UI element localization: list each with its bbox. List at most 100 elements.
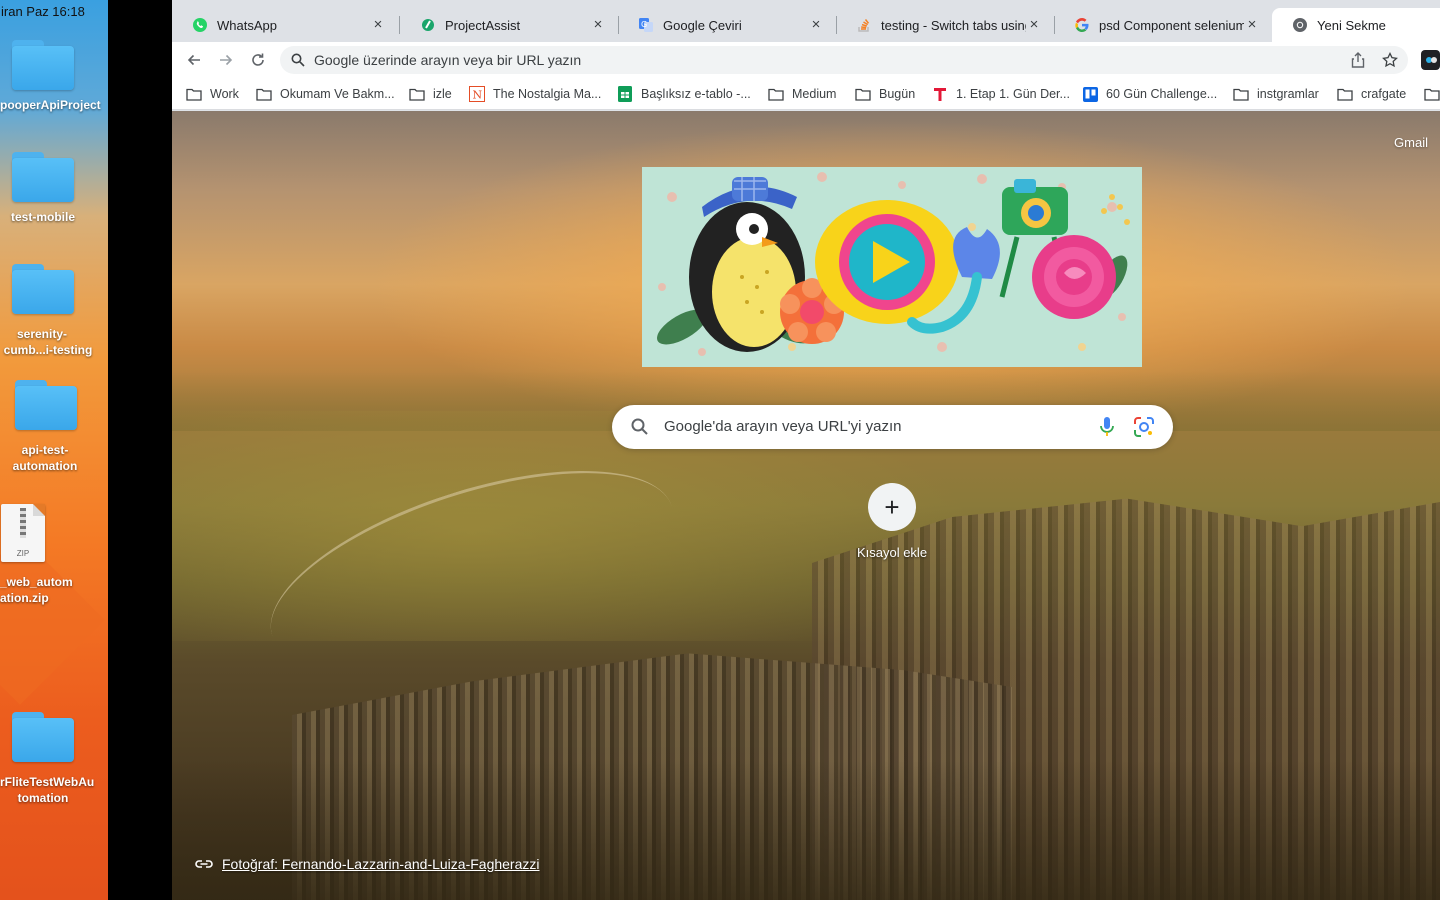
bookmark-star-icon[interactable] [1382,52,1398,68]
bookmark-etap[interactable]: 1. Etap 1. Gün Der... [932,85,1070,103]
bookmark-label: Okumam Ve Bakm... [280,87,395,101]
desktop-item-label: api-test- [21,443,69,457]
bookmark-sheets[interactable]: Başlıksız e-tablo -... [617,85,751,103]
zip-badge: ZIP [16,549,30,558]
tab-whatsapp[interactable]: WhatsApp × [172,8,398,42]
photo-credit-link[interactable]: Fotoğraf: Fernando-Lazzarin-and-Luiza-Fa… [222,856,540,872]
bookmark-label: Medium [792,87,837,101]
projectassist-icon [420,17,436,33]
desktop-item-label: tomation [17,791,69,805]
zip-file-icon: ZIP [1,504,45,562]
desktop-folder-flitetestwebautomation[interactable]: rFliteTestWebAu tomation [0,712,108,806]
bookmark-medium[interactable]: Medium [768,85,836,103]
gmail-link[interactable]: Gmail [1394,135,1428,150]
t-icon [932,87,948,101]
folder-icon [12,264,74,314]
desktop-item-label: _web_autom [0,575,73,589]
black-gap [108,0,172,900]
tab-title: ProjectAssist [445,17,521,33]
share-icon[interactable] [1350,52,1366,68]
tab-title: Google Çeviri [663,17,742,33]
tab-google-search[interactable]: psd Component selenium ir × [1054,8,1272,42]
tab-stackoverflow[interactable]: testing - Switch tabs using × [836,8,1054,42]
bookmark-label: instgramlar [1257,87,1319,101]
bookmark-label: izle [433,87,452,101]
close-icon[interactable]: × [370,17,386,33]
bookmark-nostalgia[interactable]: N The Nostalgia Ma... [469,85,601,103]
desktop-item-label: rFliteTestWebAu [0,775,95,789]
bookmark-work[interactable]: Work [186,85,239,103]
toolbar: Google üzerinde arayın veya bir URL yazı… [172,42,1440,78]
bookmark-izle[interactable]: izle [409,85,452,103]
folder-icon [186,87,202,101]
desktop-folder-pooperapiproject[interactable]: pooperApiProject [0,40,108,113]
folder-icon [1233,87,1249,101]
desktop-zip-file[interactable]: ZIP _web_autom ation.zip [0,504,108,606]
folder-icon [1337,87,1353,101]
forward-button[interactable] [215,49,237,71]
close-icon[interactable]: × [1244,17,1260,33]
tab-projectassist[interactable]: ProjectAssist × [400,8,618,42]
folder-icon [12,40,74,90]
folder-icon [409,87,425,101]
bookmark-crafgate[interactable]: crafgate [1337,85,1406,103]
browser-window: WhatsApp × ProjectAssist × G Google Çevi… [172,0,1440,900]
desktop-item-label: automation [12,459,78,473]
forward-arrow-icon [220,54,233,66]
address-placeholder: Google üzerinde arayın veya bir URL yazı… [314,52,582,68]
new-tab-page: Gmail Google'da arayın veya URL'yi yazın… [172,111,1440,900]
folder-icon [15,380,77,430]
extension-icon[interactable] [1421,50,1440,70]
bookmark-label: Work [210,87,239,101]
tab-title: WhatsApp [217,17,277,33]
shortcut-label: Kısayol ekle [856,545,928,560]
google-icon [1074,17,1090,33]
whatsapp-icon [192,17,208,33]
search-icon [630,417,650,437]
folder-icon [12,712,74,762]
desktop-item-label: ation.zip [0,591,49,605]
desktop: iran Paz 16:18 pooperApiProject test-mob… [0,0,108,900]
stackoverflow-icon [856,17,872,33]
bookmark-overflow-folder[interactable] [1424,85,1440,103]
bookmark-bugun[interactable]: Bugün [855,85,915,103]
tab-title: psd Component selenium ir [1099,17,1244,33]
microphone-icon[interactable] [1097,416,1117,438]
add-shortcut-button[interactable]: + Kısayol ekle [848,483,936,560]
bookmarks-bar: Work Okumam Ve Bakm... izle N The Nostal… [172,78,1440,110]
back-button[interactable] [183,49,205,71]
tab-yeni-sekme[interactable]: Yeni Sekme [1272,8,1440,42]
photo-credit[interactable]: Fotoğraf: Fernando-Lazzarin-and-Luiza-Fa… [194,856,540,872]
folder-icon [256,87,272,101]
bookmark-challenge[interactable]: 60 Gün Challenge... [1082,85,1217,103]
ntp-search-box[interactable]: Google'da arayın veya URL'yi yazın [612,405,1173,449]
desktop-folder-api-test-automation[interactable]: api-test- automation [0,380,108,474]
google-translate-icon: G [638,17,654,33]
desktop-item-label: cumb...i-testing [3,343,93,357]
close-icon[interactable]: × [808,17,824,33]
desktop-folder-serenity[interactable]: serenity- cumb...i-testing [0,264,108,358]
reload-icon [252,53,264,66]
reload-button[interactable] [247,49,269,71]
bookmark-label: crafgate [1361,87,1407,101]
trello-icon [1082,86,1098,102]
tab-google-ceviri[interactable]: G Google Çeviri × [618,8,836,42]
bookmark-instgramlar[interactable]: instgramlar [1233,85,1319,103]
bookmark-label: The Nostalgia Ma... [493,87,602,101]
bookmark-okumam[interactable]: Okumam Ve Bakm... [256,85,395,103]
search-icon [290,52,306,68]
desktop-folder-test-mobile[interactable]: test-mobile [0,152,108,225]
sheets-icon [617,86,633,102]
close-icon[interactable]: × [590,17,606,33]
close-icon[interactable]: × [1026,17,1042,33]
desktop-item-label: pooperApiProject [0,98,101,112]
search-placeholder: Google'da arayın veya URL'yi yazın [664,418,902,435]
svg-text:G: G [641,20,647,29]
google-doodle[interactable] [642,167,1142,367]
back-arrow-icon [187,54,200,66]
folder-icon [1424,87,1440,101]
google-lens-icon[interactable] [1133,416,1155,438]
bookmark-label: Başlıksız e-tablo -... [641,87,751,101]
address-bar[interactable]: Google üzerinde arayın veya bir URL yazı… [280,46,1408,74]
menubar-clock: iran Paz 16:18 [1,4,85,19]
